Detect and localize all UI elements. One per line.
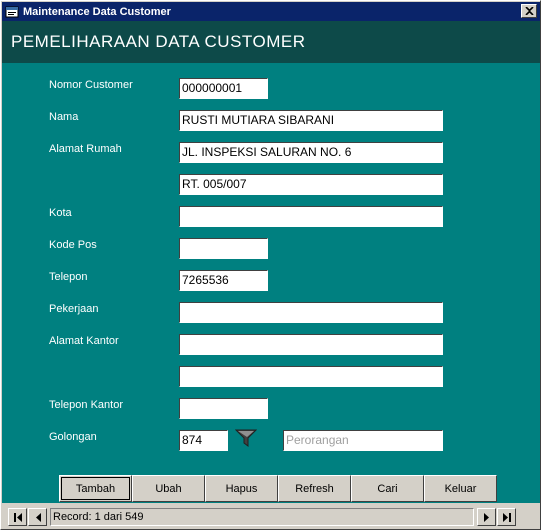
main-window: Maintenance Data Customer PEMELIHARAAN D…	[0, 0, 541, 530]
record-caption-text: Record: 1 dari 549	[53, 511, 144, 523]
keluar-button[interactable]: Keluar	[424, 475, 497, 502]
golongan-field[interactable]: 874	[179, 430, 228, 451]
hapus-button[interactable]: Hapus	[205, 475, 278, 502]
cari-button[interactable]: Cari	[351, 475, 424, 502]
form-area: Nomor Customer 000000001 Nama RUSTI MUTI…	[2, 63, 540, 503]
close-button[interactable]	[521, 4, 537, 18]
nama-field[interactable]: RUSTI MUTIARA SIBARANI	[179, 110, 443, 131]
telepon-kantor-field[interactable]	[179, 398, 268, 419]
pekerjaan-field[interactable]	[179, 302, 443, 323]
cari-button-label: Cari	[377, 482, 398, 495]
label-kode-pos: Kode Pos	[49, 239, 97, 251]
record-caption: Record: 1 dari 549	[50, 508, 474, 526]
hapus-button-label: Hapus	[225, 482, 258, 495]
previous-record-button[interactable]	[28, 508, 47, 526]
label-golongan: Golongan	[49, 431, 97, 443]
label-pekerjaan: Pekerjaan	[49, 303, 99, 315]
form-heading: PEMELIHARAAN DATA CUSTOMER	[11, 32, 306, 51]
refresh-button-label: Refresh	[295, 482, 334, 495]
label-kota: Kota	[49, 207, 72, 219]
close-icon	[524, 7, 534, 15]
label-nama: Nama	[49, 111, 79, 123]
label-telepon-kantor: Telepon Kantor	[49, 399, 123, 411]
title-bar[interactable]: Maintenance Data Customer	[2, 2, 540, 21]
keluar-button-label: Keluar	[444, 482, 477, 495]
funnel-dropdown-icon[interactable]	[235, 428, 257, 448]
app-window-icon	[5, 6, 19, 17]
label-nomor-customer: Nomor Customer	[49, 79, 133, 91]
telepon-field[interactable]: 7265536	[179, 270, 268, 291]
last-record-button[interactable]	[497, 508, 516, 526]
record-navigator: Record: 1 dari 549	[2, 505, 540, 529]
form-header: PEMELIHARAAN DATA CUSTOMER	[2, 21, 540, 63]
label-alamat-kantor: Alamat Kantor	[49, 335, 119, 347]
next-record-icon	[483, 512, 489, 522]
next-record-button[interactable]	[477, 508, 496, 526]
alamat-rumah-field-1[interactable]: JL. INSPEKSI SALURAN NO. 6	[179, 142, 443, 163]
golongan-description-field: Perorangan	[283, 430, 443, 451]
label-telepon: Telepon	[49, 271, 88, 283]
alamat-kantor-field-2[interactable]	[179, 366, 443, 387]
ubah-button[interactable]: Ubah	[132, 475, 205, 502]
kota-field[interactable]	[179, 206, 443, 227]
action-button-bar: Tambah Ubah Hapus Refresh Cari Keluar	[59, 475, 497, 503]
last-record-icon	[502, 512, 511, 522]
alamat-rumah-field-2[interactable]: RT. 005/007	[179, 174, 443, 195]
kode-pos-field[interactable]	[179, 238, 268, 259]
previous-record-icon	[35, 512, 41, 522]
first-record-button[interactable]	[8, 508, 27, 526]
nomor-customer-field[interactable]: 000000001	[179, 78, 268, 99]
tambah-button-label: Tambah	[75, 482, 116, 495]
window-title: Maintenance Data Customer	[23, 5, 171, 18]
refresh-button[interactable]: Refresh	[278, 475, 351, 502]
alamat-kantor-field-1[interactable]	[179, 334, 443, 355]
label-alamat-rumah: Alamat Rumah	[49, 143, 122, 155]
first-record-icon	[13, 512, 22, 522]
ubah-button-label: Ubah	[155, 482, 182, 495]
tambah-button[interactable]: Tambah	[59, 475, 132, 502]
